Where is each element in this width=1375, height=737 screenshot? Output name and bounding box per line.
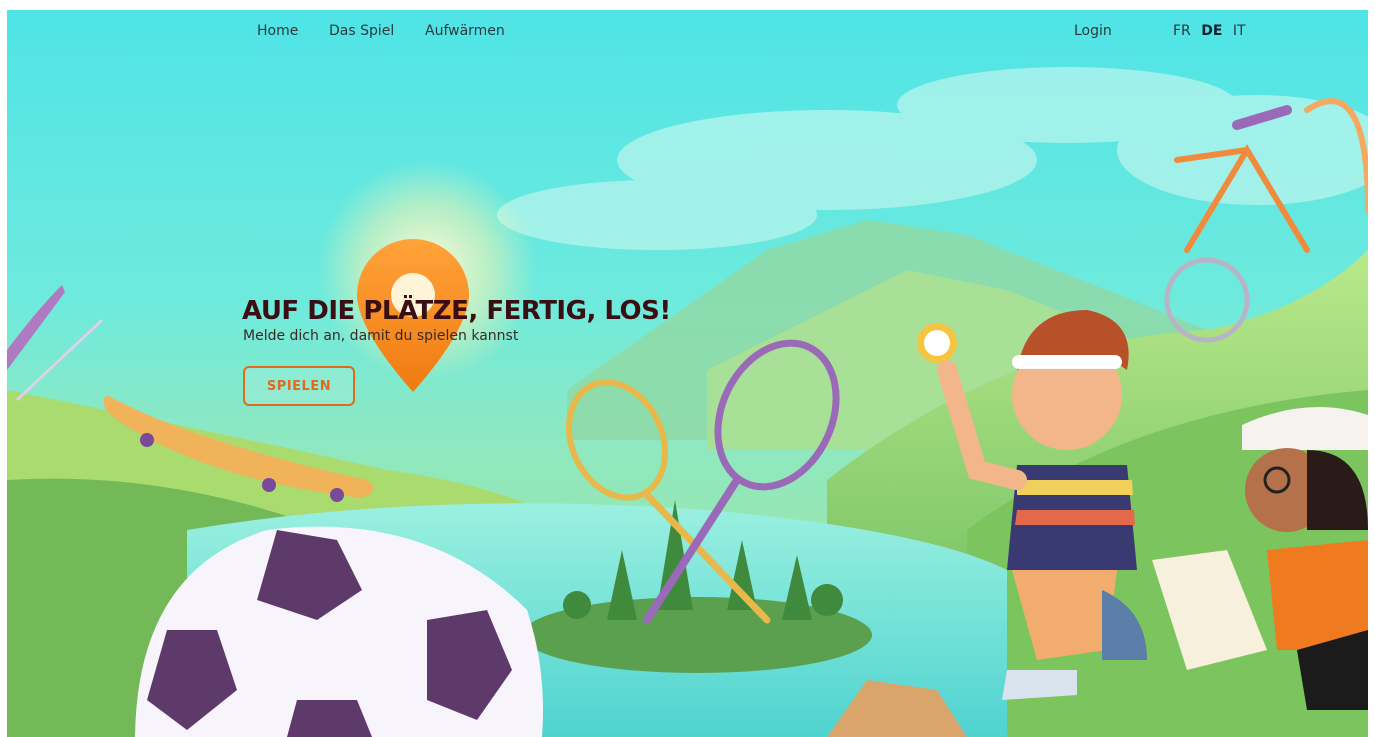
login-link[interactable]: Login	[1074, 23, 1112, 39]
hero-illustration	[7, 67, 1368, 737]
nav-aufwaermen-link[interactable]: Aufwärmen	[425, 23, 505, 39]
hero-subtitle: Melde dich an, damit du spielen kannst	[243, 328, 519, 344]
ski-icon	[7, 285, 104, 402]
hero-section: Home Das Spiel Aufwärmen Login FR DE IT …	[7, 10, 1368, 737]
nav-home-link[interactable]: Home	[257, 23, 298, 39]
main-nav: Home Das Spiel Aufwärmen Login FR DE IT	[7, 23, 1368, 43]
nav-das-spiel-link[interactable]: Das Spiel	[329, 23, 394, 39]
lang-fr[interactable]: FR	[1173, 23, 1191, 39]
lang-de[interactable]: DE	[1201, 23, 1222, 39]
spielen-button[interactable]: SPIELEN	[243, 366, 355, 406]
lang-it[interactable]: IT	[1233, 23, 1246, 39]
language-switcher: FR DE IT	[1173, 23, 1252, 39]
hero-title: AUF DIE PLÄTZE, FERTIG, LOS!	[242, 296, 671, 326]
clouds	[497, 67, 1368, 250]
